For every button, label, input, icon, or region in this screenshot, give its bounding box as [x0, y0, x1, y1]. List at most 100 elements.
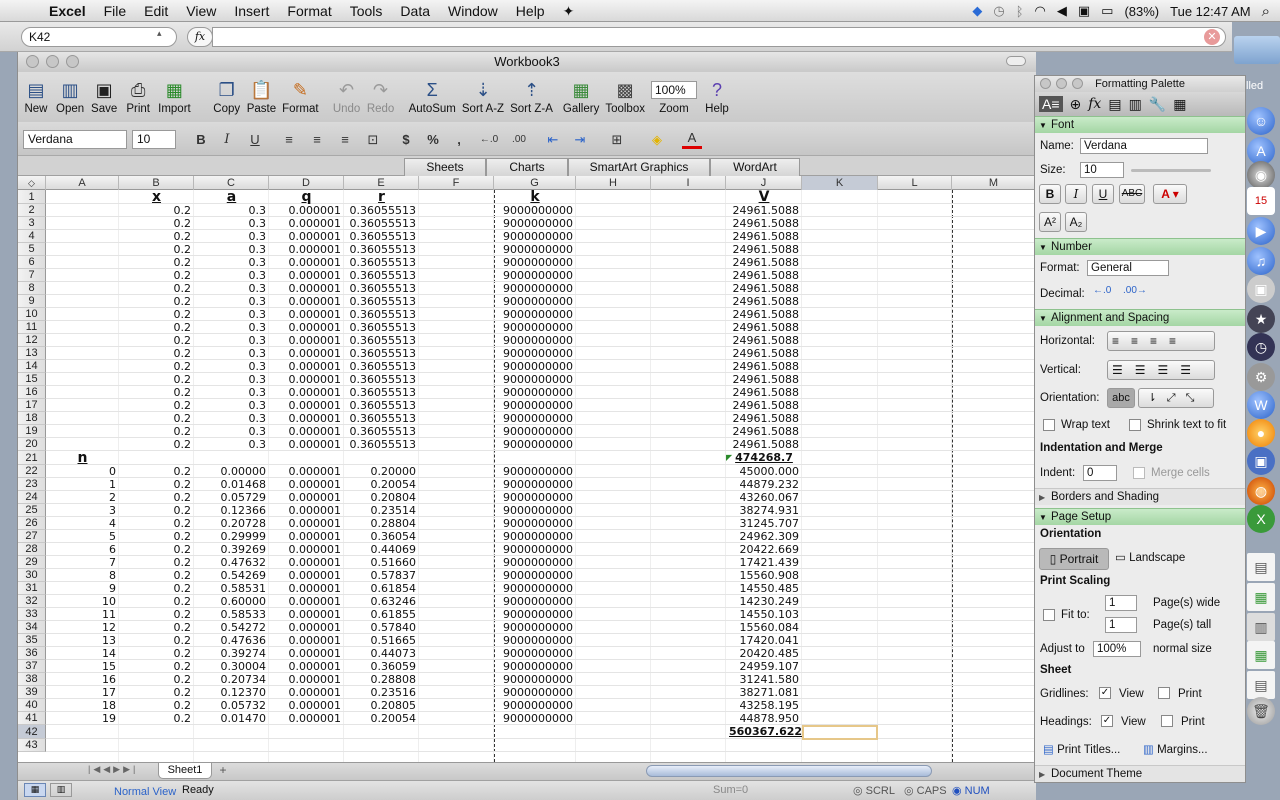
italic-button[interactable]: I	[218, 130, 236, 149]
time-machine-icon[interactable]: ◷	[993, 3, 1004, 19]
row-header-15[interactable]: 15	[18, 373, 46, 386]
merge-cells-checkbox[interactable]	[1133, 467, 1145, 479]
document-dock-icon[interactable]: ▤	[1247, 553, 1275, 581]
indent-stepper[interactable]: 0	[1083, 465, 1117, 481]
error-indicator-icon[interactable]: ◤	[726, 451, 732, 464]
firefox-dock-icon[interactable]: ◍	[1247, 477, 1275, 505]
tab-charts[interactable]: Charts	[486, 158, 568, 176]
increase-indent-icon[interactable]: ⇥	[570, 130, 590, 149]
page-setup-section-header[interactable]: Page Setup	[1035, 508, 1245, 526]
row-header-11[interactable]: 11	[18, 321, 46, 334]
row-header-18[interactable]: 18	[18, 412, 46, 425]
gallery-button[interactable]: ▦ Gallery	[563, 77, 599, 115]
normal-view-icon[interactable]: ▦	[24, 783, 46, 797]
row-header-21[interactable]: 21	[18, 451, 46, 465]
menu-edit[interactable]: Edit	[135, 0, 177, 22]
row-header-19[interactable]: 19	[18, 425, 46, 438]
sort-za-button[interactable]: ⇡ Sort Z-A	[510, 77, 553, 115]
column-header-i[interactable]: I	[651, 176, 726, 190]
name-box-stepper-icon[interactable]: ▴	[157, 28, 162, 39]
horizontal-scrollbar[interactable]	[646, 765, 932, 777]
dashboard-dock-icon[interactable]: ◉	[1247, 161, 1275, 189]
menu-window[interactable]: Window	[439, 0, 507, 22]
trash-dock-icon[interactable]: 🗑	[1247, 697, 1275, 725]
menu-format[interactable]: Format	[278, 0, 340, 22]
borders-shading-section-header[interactable]: Borders and Shading	[1035, 488, 1245, 506]
landscape-button[interactable]: ▭ Landscape	[1115, 550, 1185, 566]
minimize-window-icon[interactable]	[46, 55, 59, 68]
word-dock-icon[interactable]: W	[1247, 391, 1275, 419]
gridlines-print-checkbox[interactable]	[1158, 687, 1170, 699]
battery-icon[interactable]: ▭	[1101, 3, 1113, 19]
palette-font-name-select[interactable]: Verdana	[1080, 138, 1208, 154]
excel-dock-icon[interactable]: X	[1247, 505, 1275, 533]
row-header-26[interactable]: 26	[18, 517, 46, 530]
percent-button[interactable]: %	[425, 130, 441, 149]
headings-print-checkbox[interactable]	[1161, 715, 1173, 727]
selected-cell-k42[interactable]	[802, 725, 878, 740]
fill-color-icon[interactable]: ◈	[644, 130, 670, 149]
number-format-select[interactable]: General	[1087, 260, 1169, 276]
virtualbox-dock-icon[interactable]: ▣	[1247, 447, 1275, 475]
calendar-menu-icon[interactable]: ▣	[1078, 3, 1090, 19]
palette-font-color-button[interactable]: A ▾	[1153, 184, 1187, 204]
palette-strikethrough-button[interactable]: ABC	[1119, 184, 1145, 204]
column-header-j[interactable]: J	[726, 176, 802, 190]
currency-button[interactable]: $	[398, 130, 414, 149]
row-header-5[interactable]: 5	[18, 243, 46, 256]
row-header-25[interactable]: 25	[18, 504, 46, 517]
project-palette-tab-icon[interactable]: ▦	[1173, 96, 1186, 113]
help-button[interactable]: ? Help	[703, 77, 731, 115]
row-header-32[interactable]: 32	[18, 595, 46, 608]
merge-cells-icon[interactable]: ⊡	[363, 130, 383, 149]
menu-insert[interactable]: Insert	[225, 0, 278, 22]
margins-button[interactable]: ▥ Margins...	[1143, 742, 1208, 758]
close-window-icon[interactable]	[26, 55, 39, 68]
row-header-9[interactable]: 9	[18, 295, 46, 308]
document-theme-section-header[interactable]: Document Theme	[1035, 765, 1245, 783]
spreadsheet-dock-icon[interactable]: ▦	[1247, 641, 1275, 669]
formatting-palette-tab-icon[interactable]: A≡	[1039, 96, 1063, 112]
row-header-43[interactable]: 43	[18, 739, 46, 752]
font-color-icon[interactable]: A	[682, 130, 702, 149]
menu-tools[interactable]: Tools	[341, 0, 392, 22]
column-header-g[interactable]: G	[494, 176, 576, 190]
dropbox-icon[interactable]: ◆	[972, 3, 982, 19]
row-header-8[interactable]: 8	[18, 282, 46, 295]
column-header-h[interactable]: H	[576, 176, 651, 190]
vertical-align-buttons[interactable]: ☰☰☰☰	[1107, 360, 1215, 380]
row-header-17[interactable]: 17	[18, 399, 46, 412]
row-header-23[interactable]: 23	[18, 478, 46, 491]
finder-dock-icon[interactable]: ☺	[1247, 107, 1275, 135]
shrink-text-checkbox[interactable]	[1129, 419, 1141, 431]
column-header-c[interactable]: C	[194, 176, 269, 190]
print-button[interactable]: ⎙ Print	[124, 77, 152, 115]
row-header-36[interactable]: 36	[18, 647, 46, 660]
column-header-e[interactable]: E	[344, 176, 419, 190]
worksheet-grid[interactable]: 1 x a q r k V 2 0.2 0.3 0.000001 0.36055513 90000000…	[18, 190, 1036, 762]
row-header-16[interactable]: 16	[18, 386, 46, 399]
row-header-40[interactable]: 40	[18, 699, 46, 712]
font-section-header[interactable]: Font	[1035, 116, 1245, 134]
script-menu-icon[interactable]: ✦	[554, 0, 584, 22]
pages-wide-stepper[interactable]: 1	[1105, 595, 1137, 611]
ical-dock-icon[interactable]: 15	[1247, 187, 1275, 215]
row-header-42[interactable]: 42	[18, 725, 46, 739]
palette-italic-button[interactable]: I	[1065, 184, 1087, 204]
row-header-3[interactable]: 3	[18, 217, 46, 230]
row-header-14[interactable]: 14	[18, 360, 46, 373]
save-button[interactable]: ▣ Save	[90, 77, 118, 115]
row-header-7[interactable]: 7	[18, 269, 46, 282]
number-section-header[interactable]: Number	[1035, 238, 1245, 256]
formula-builder-tab-icon[interactable]: fx	[1088, 96, 1101, 112]
decrease-decimal-icon[interactable]: .00	[508, 130, 530, 149]
row-header-27[interactable]: 27	[18, 530, 46, 543]
menu-view[interactable]: View	[177, 0, 225, 22]
open-button[interactable]: ▥ Open	[56, 77, 84, 115]
photo-dock-icon[interactable]: ▣	[1247, 275, 1275, 303]
redo-button[interactable]: ↷ Redo	[367, 77, 395, 115]
menu-data[interactable]: Data	[391, 0, 439, 22]
select-all-icon[interactable]: ◇	[18, 176, 46, 190]
time-machine-dock-icon[interactable]: ◷	[1247, 333, 1275, 361]
row-header-4[interactable]: 4	[18, 230, 46, 243]
